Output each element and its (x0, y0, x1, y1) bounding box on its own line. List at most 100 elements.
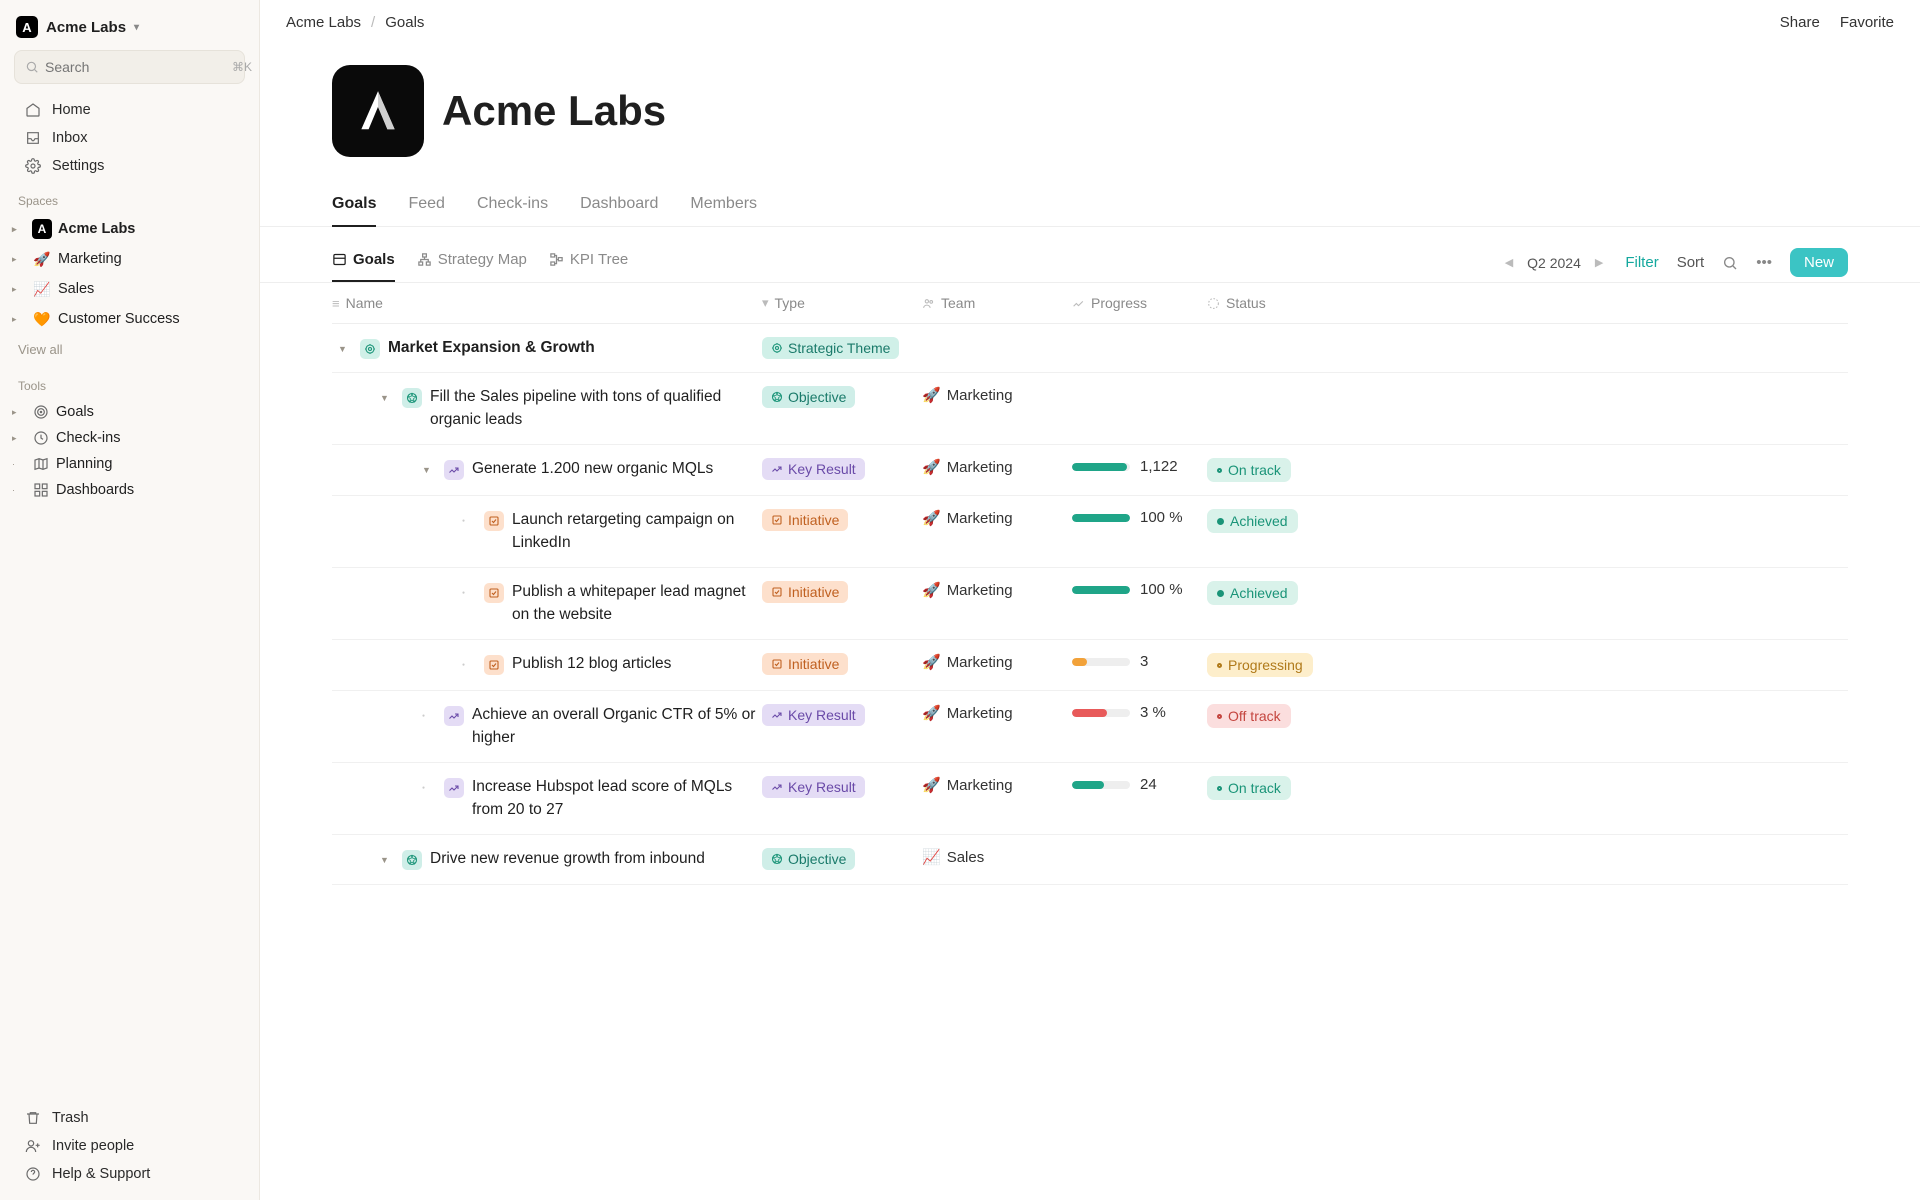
table-row[interactable]: ● Publish a whitepaper lead magnet on th… (332, 568, 1848, 640)
column-progress[interactable]: Progress (1072, 295, 1207, 311)
row-title[interactable]: Drive new revenue growth from inbound (430, 848, 762, 870)
sort-button[interactable]: Sort (1677, 254, 1705, 271)
type-cell: Key Result (762, 704, 922, 726)
collapse-caret-icon[interactable]: ▼ (338, 343, 352, 356)
table-row[interactable]: ▼ Fill the Sales pipeline with tons of q… (332, 373, 1848, 445)
nav-invite[interactable]: Invite people (6, 1132, 253, 1160)
table-row[interactable]: ▼ Generate 1.200 new organic MQLs Key Re… (332, 445, 1848, 496)
column-name[interactable]: ≡Name (332, 295, 762, 311)
sidebar-tool-item[interactable]: ▸ Goals (0, 399, 259, 425)
type-pill[interactable]: Initiative (762, 653, 848, 675)
row-title[interactable]: Increase Hubspot lead score of MQLs from… (472, 776, 762, 821)
row-title[interactable]: Publish 12 blog articles (512, 653, 762, 675)
type-pill[interactable]: Initiative (762, 509, 848, 531)
breadcrumb-root[interactable]: Acme Labs (286, 14, 361, 31)
team-cell[interactable]: 🚀Marketing (922, 704, 1072, 722)
tabs: Goals Feed Check-ins Dashboard Members (260, 185, 1920, 227)
favorite-button[interactable]: Favorite (1840, 14, 1894, 31)
nav-settings[interactable]: Settings (6, 152, 253, 180)
status-dot-icon (1217, 468, 1222, 473)
table-row[interactable]: ● Launch retargeting campaign on LinkedI… (332, 496, 1848, 568)
column-status[interactable]: Status (1207, 295, 1352, 311)
breadcrumb-current[interactable]: Goals (385, 14, 424, 31)
row-title[interactable]: Publish a whitepaper lead magnet on the … (512, 581, 762, 626)
sidebar-space-item[interactable]: ▸ 🚀 Marketing (0, 244, 259, 274)
nav-help[interactable]: Help & Support (6, 1160, 253, 1188)
team-cell[interactable]: 🚀Marketing (922, 458, 1072, 476)
status-pill[interactable]: Progressing (1207, 653, 1313, 677)
row-title[interactable]: Achieve an overall Organic CTR of 5% or … (472, 704, 762, 749)
row-title[interactable]: Fill the Sales pipeline with tons of qua… (430, 386, 762, 431)
progress-value: 100 % (1140, 509, 1183, 526)
chevron-right-icon[interactable]: ▸ (12, 284, 26, 295)
period-prev-button[interactable]: ◀ (1505, 256, 1513, 269)
sidebar-space-item[interactable]: ▸ A Acme Labs (0, 214, 259, 244)
table-row[interactable]: ● Achieve an overall Organic CTR of 5% o… (332, 691, 1848, 763)
sidebar-space-item[interactable]: ▸ 📈 Sales (0, 274, 259, 304)
type-pill[interactable]: Objective (762, 848, 855, 870)
status-pill[interactable]: Achieved (1207, 509, 1298, 533)
team-cell[interactable]: 📈Sales (922, 848, 1072, 866)
view-all-link[interactable]: View all (0, 334, 259, 365)
type-pill[interactable]: Strategic Theme (762, 337, 899, 359)
new-button[interactable]: New (1790, 248, 1848, 277)
team-cell[interactable]: 🚀Marketing (922, 581, 1072, 599)
collapse-caret-icon[interactable]: ▼ (380, 854, 394, 867)
row-title[interactable]: Generate 1.200 new organic MQLs (472, 458, 762, 480)
search-field[interactable] (45, 59, 226, 75)
nav-home[interactable]: Home (6, 96, 253, 124)
type-pill[interactable]: Key Result (762, 704, 865, 726)
chevron-right-icon[interactable]: ▸ (12, 433, 26, 444)
column-team[interactable]: Team (922, 295, 1072, 311)
table-row[interactable]: ● Publish 12 blog articles Initiative 🚀M… (332, 640, 1848, 691)
tab-members[interactable]: Members (690, 185, 757, 227)
chevron-right-icon[interactable]: ▸ (12, 254, 26, 265)
row-title[interactable]: Market Expansion & Growth (388, 337, 762, 359)
table-row[interactable]: ● Increase Hubspot lead score of MQLs fr… (332, 763, 1848, 835)
workspace-switcher[interactable]: A Acme Labs ▾ (0, 12, 259, 50)
sidebar-tool-item[interactable]: · Planning (0, 451, 259, 477)
collapse-caret-icon[interactable]: ▼ (380, 392, 394, 405)
team-cell[interactable]: 🚀Marketing (922, 509, 1072, 527)
more-options-button[interactable]: ••• (1756, 254, 1772, 271)
sidebar-tool-item[interactable]: · Dashboards (0, 477, 259, 503)
nav-trash[interactable]: Trash (6, 1104, 253, 1132)
period-label[interactable]: Q2 2024 (1527, 255, 1581, 271)
type-pill[interactable]: Key Result (762, 776, 865, 798)
sidebar-space-item[interactable]: ▸ 🧡 Customer Success (0, 304, 259, 334)
team-cell[interactable]: 🚀Marketing (922, 653, 1072, 671)
table-row[interactable]: ▼ Drive new revenue growth from inbound … (332, 835, 1848, 884)
share-button[interactable]: Share (1780, 14, 1820, 31)
status-pill[interactable]: Off track (1207, 704, 1291, 728)
subtab-kpi-tree[interactable]: KPI Tree (549, 243, 628, 282)
tab-dashboard[interactable]: Dashboard (580, 185, 658, 227)
tab-check-ins[interactable]: Check-ins (477, 185, 548, 227)
search-input[interactable]: ⌘K (14, 50, 245, 84)
period-next-button[interactable]: ▶ (1595, 256, 1603, 269)
tab-goals[interactable]: Goals (332, 185, 376, 227)
collapse-caret-icon[interactable]: ▼ (422, 464, 436, 477)
subtab-goals[interactable]: Goals (332, 243, 395, 282)
chevron-right-icon[interactable]: ▸ (12, 407, 26, 418)
filter-button[interactable]: Filter (1625, 254, 1658, 271)
search-table-button[interactable] (1722, 255, 1738, 271)
space-label: Customer Success (58, 311, 180, 327)
sidebar-tool-item[interactable]: ▸ Check-ins (0, 425, 259, 451)
tab-feed[interactable]: Feed (408, 185, 444, 227)
status-pill[interactable]: On track (1207, 776, 1291, 800)
nav-inbox[interactable]: Inbox (6, 124, 253, 152)
subtab-strategy-map[interactable]: Strategy Map (417, 243, 527, 282)
team-cell[interactable]: 🚀Marketing (922, 776, 1072, 794)
row-title[interactable]: Launch retargeting campaign on LinkedIn (512, 509, 762, 554)
column-type[interactable]: ▾Type (762, 295, 922, 311)
status-pill[interactable]: Achieved (1207, 581, 1298, 605)
type-pill[interactable]: Initiative (762, 581, 848, 603)
name-cell: ▼ Market Expansion & Growth (332, 337, 762, 359)
type-pill[interactable]: Key Result (762, 458, 865, 480)
chevron-right-icon[interactable]: ▸ (12, 224, 26, 235)
table-row[interactable]: ▼ Market Expansion & Growth Strategic Th… (332, 324, 1848, 373)
chevron-right-icon[interactable]: ▸ (12, 314, 26, 325)
team-cell[interactable]: 🚀Marketing (922, 386, 1072, 404)
status-pill[interactable]: On track (1207, 458, 1291, 482)
type-pill[interactable]: Objective (762, 386, 855, 408)
